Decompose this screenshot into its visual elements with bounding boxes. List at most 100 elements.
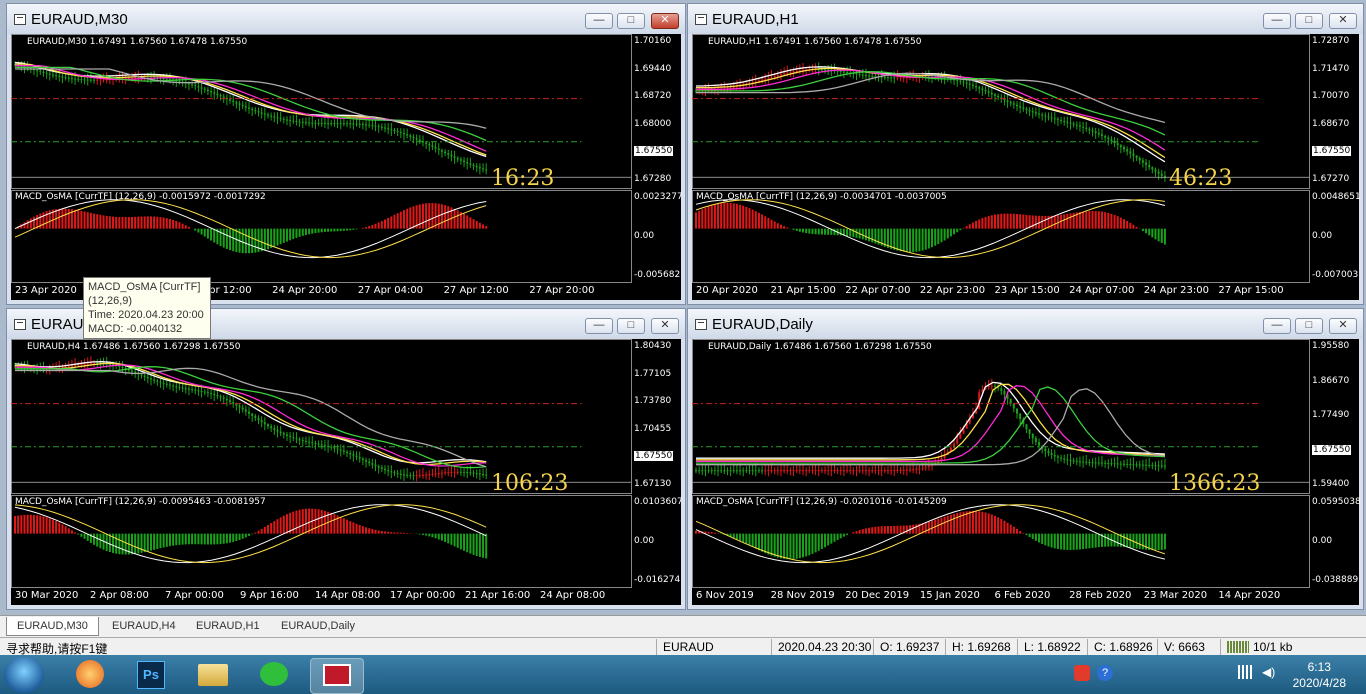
- close-button[interactable]: ✕: [1329, 13, 1357, 29]
- chart-area[interactable]: EURAUD,Daily 1.67486 1.67560 1.67298 1.6…: [692, 339, 1361, 605]
- connection-bars-icon: [1227, 641, 1249, 653]
- candle-body: [1151, 167, 1154, 170]
- candle-body: [757, 470, 760, 472]
- macd-histogram-bar: [285, 228, 288, 242]
- candle-body: [855, 470, 858, 472]
- candle-body: [1123, 147, 1126, 150]
- close-button[interactable]: ✕: [1329, 318, 1357, 334]
- candle-body: [713, 470, 716, 472]
- macd-histogram-bar: [149, 216, 152, 229]
- macd-histogram-bar: [742, 205, 745, 229]
- candle-body: [336, 448, 339, 450]
- close-button[interactable]: ✕: [651, 318, 679, 334]
- candle-body: [886, 470, 889, 472]
- candle-body: [165, 383, 168, 385]
- macd-histogram-bar: [371, 225, 374, 229]
- tray-help-icon[interactable]: ?: [1097, 665, 1113, 681]
- macd-histogram-bar: [402, 532, 405, 534]
- macd-histogram-bar: [421, 203, 424, 229]
- candle-body: [956, 80, 959, 82]
- tab-euraud-daily[interactable]: EURAUD,Daily: [271, 617, 365, 635]
- macd-histogram-bar: [978, 511, 981, 534]
- macd-histogram-bar: [175, 221, 178, 229]
- tray-sogou-icon[interactable]: [1074, 665, 1090, 681]
- candle-body: [1000, 388, 1003, 391]
- candle-body: [213, 92, 216, 94]
- macd-histogram-bar: [311, 228, 314, 234]
- chart-window-m30[interactable]: EURAUD,M30 — □ ✕ EURAUD,M30 1.67491 1.67…: [6, 3, 686, 305]
- macd-histogram-bar: [77, 210, 80, 229]
- candle-body: [861, 74, 864, 76]
- macd-histogram-bar: [235, 228, 238, 253]
- macd-histogram-bar: [817, 228, 820, 235]
- minimize-button[interactable]: —: [585, 13, 613, 29]
- macd-histogram-bar: [285, 514, 288, 534]
- candle-body: [365, 460, 368, 462]
- tab-euraud-h1[interactable]: EURAUD,H1: [186, 617, 270, 635]
- chart-area[interactable]: EURAUD,H4 1.67486 1.67560 1.67298 1.6755…: [11, 339, 683, 605]
- window-titlebar[interactable]: EURAUD,H1 — □ ✕: [688, 4, 1363, 34]
- minimize-button[interactable]: —: [1263, 318, 1291, 334]
- candle-body: [792, 71, 795, 73]
- macd-histogram-bar: [783, 226, 786, 229]
- minimize-button[interactable]: —: [585, 318, 613, 334]
- macd-histogram-bar: [868, 527, 871, 534]
- chart-area[interactable]: EURAUD,M30 1.67491 1.67560 1.67478 1.675…: [11, 34, 683, 300]
- candle-body: [140, 374, 143, 376]
- candle-body: [93, 79, 96, 81]
- maximize-button[interactable]: □: [1295, 318, 1323, 334]
- photoshop-app-icon[interactable]: Ps: [124, 658, 176, 692]
- candle-body: [308, 122, 311, 124]
- candle-body: [773, 75, 776, 77]
- macd-histogram-bar: [393, 532, 396, 534]
- candle-body: [352, 454, 355, 456]
- macd-histogram-bar: [232, 533, 235, 542]
- candle-body: [1148, 464, 1151, 466]
- macd-histogram-bar: [418, 204, 421, 229]
- chart-area[interactable]: EURAUD,H1 1.67491 1.67560 1.67478 1.6755…: [692, 34, 1361, 300]
- candle-body: [1160, 173, 1163, 176]
- price-scale-label: 1.70160: [634, 36, 672, 46]
- wechat-app-icon[interactable]: [248, 658, 300, 692]
- macd-histogram-bar: [789, 533, 792, 560]
- window-titlebar[interactable]: EURAUD,Daily — □ ✕: [688, 309, 1363, 339]
- chart-window-h1[interactable]: EURAUD,H1 — □ ✕ EURAUD,H1 1.67491 1.6756…: [687, 3, 1364, 305]
- macd-histogram-bar: [943, 516, 946, 534]
- tray-network-icon[interactable]: [1238, 665, 1254, 679]
- maximize-button[interactable]: □: [617, 318, 645, 334]
- minimize-button[interactable]: —: [1263, 13, 1291, 29]
- tray-volume-icon[interactable]: ◀): [1262, 665, 1275, 679]
- macd-histogram-bar: [178, 533, 181, 545]
- tab-euraud-h4[interactable]: EURAUD,H4: [102, 617, 186, 635]
- macd-histogram-bar: [990, 514, 993, 534]
- chart-window-daily[interactable]: EURAUD,Daily — □ ✕ EURAUD,Daily 1.67486 …: [687, 308, 1364, 610]
- status-divider: [656, 639, 657, 655]
- taskbar-clock[interactable]: 6:13 2020/4/28: [1293, 659, 1346, 691]
- macd-histogram-bar: [940, 228, 943, 243]
- candle-body: [868, 75, 871, 77]
- macd-histogram-bar: [959, 228, 962, 231]
- macd-histogram-bar: [45, 517, 48, 534]
- trading-terminal-icon[interactable]: [310, 658, 364, 694]
- candle-body: [902, 469, 905, 471]
- close-button[interactable]: ✕: [651, 13, 679, 29]
- candle-body: [330, 446, 333, 448]
- maximize-button[interactable]: □: [1295, 13, 1323, 29]
- price-scale-label: 1.71470: [1312, 63, 1350, 74]
- macd-histogram-bar: [852, 532, 855, 534]
- candle-body: [146, 376, 149, 379]
- file-explorer-icon[interactable]: [186, 658, 238, 692]
- macd-histogram-bar: [184, 225, 187, 229]
- start-button[interactable]: [4, 657, 44, 693]
- tab-euraud-m30[interactable]: EURAUD,M30: [6, 617, 99, 636]
- macd-histogram-bar: [830, 533, 833, 544]
- macd-histogram-bar: [742, 533, 745, 543]
- browser-app-icon[interactable]: [64, 658, 116, 692]
- macd-scale-label: 0.00: [634, 536, 655, 546]
- window-titlebar[interactable]: EURAUD,M30 — □ ✕: [7, 4, 685, 34]
- candle-body: [172, 385, 175, 387]
- maximize-button[interactable]: □: [617, 13, 645, 29]
- macd-pane-border: [11, 190, 632, 283]
- chart-window-h4[interactable]: EURAUD,H4 — □ ✕ EURAUD,H4 1.67486 1.6756…: [6, 308, 686, 610]
- macd-histogram-bar: [924, 228, 927, 250]
